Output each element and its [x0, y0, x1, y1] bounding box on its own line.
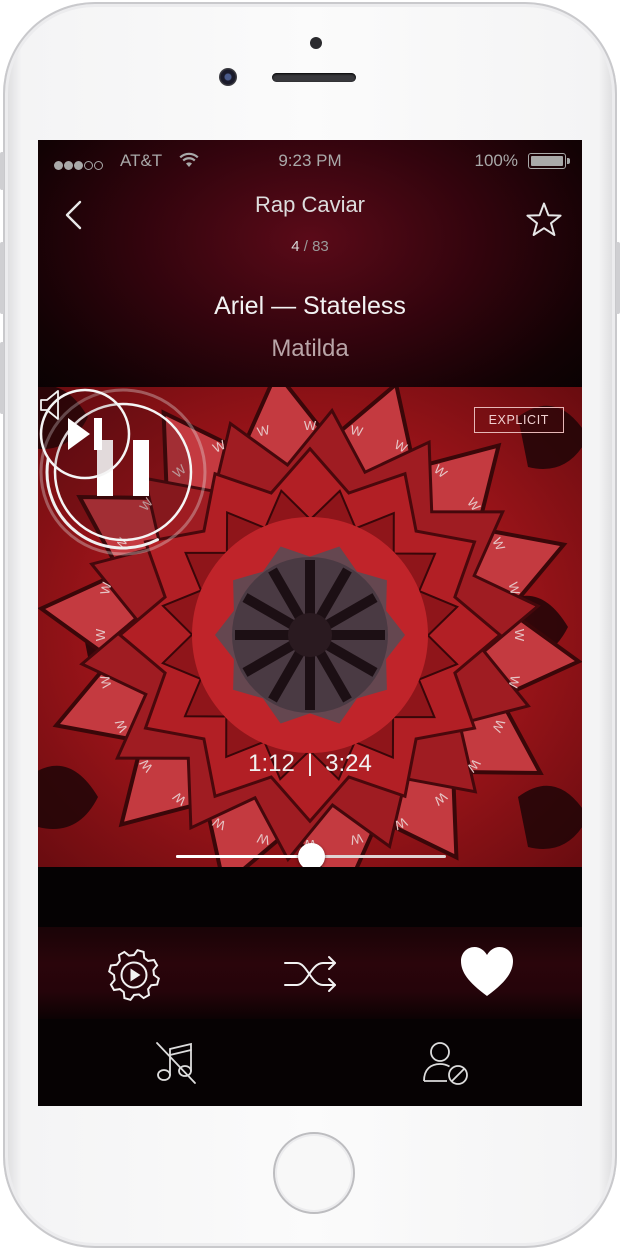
- svg-text:W: W: [93, 628, 108, 641]
- music-note-slash-icon: [156, 1042, 196, 1084]
- shuffle-button[interactable]: [281, 949, 341, 999]
- user-block-icon: [423, 1042, 468, 1085]
- volume-slider[interactable]: [176, 843, 446, 867]
- status-bar: AT&T 9:23 PM 100%: [38, 150, 582, 172]
- ban-artist-button[interactable]: [420, 1039, 472, 1089]
- heart-icon: [461, 947, 513, 996]
- shuffle-icon: [284, 956, 336, 992]
- svg-text:W: W: [304, 418, 317, 433]
- track-title: Ariel — Stateless: [214, 292, 406, 320]
- album-name: Matilda: [271, 335, 349, 362]
- like-button[interactable]: [458, 944, 516, 1002]
- bottom-action-bar: [38, 1019, 582, 1106]
- svg-text:W: W: [512, 629, 527, 642]
- proximity-sensor: [310, 37, 322, 49]
- total-duration: 3:24: [325, 750, 372, 777]
- action-bar: [38, 927, 582, 1019]
- volume-up-button: [0, 242, 4, 314]
- album-artwork: WWWWWWWWWWWWWWWWWWWWWWWWWWWW EXPLICIT 1:…: [38, 387, 582, 867]
- front-camera: [219, 68, 237, 86]
- star-icon: [526, 202, 562, 236]
- ban-song-button[interactable]: [151, 1039, 199, 1087]
- playlist-title: Rap Caviar: [254, 192, 366, 217]
- speaker-icon: [40, 390, 59, 420]
- battery-icon: [528, 153, 570, 169]
- track-index: 4: [291, 238, 300, 255]
- mute-switch: [0, 152, 4, 190]
- elapsed-time: 1:12: [248, 750, 295, 777]
- gear-play-icon: [108, 949, 160, 1001]
- settings-button[interactable]: [106, 947, 162, 1003]
- battery-percent: 100%: [474, 151, 518, 170]
- spacer-band: [38, 867, 582, 927]
- time-separator: |: [306, 750, 314, 777]
- playback-time: 1:12 | 3:24: [38, 750, 582, 778]
- power-button: [616, 242, 620, 314]
- explicit-badge: EXPLICIT: [473, 407, 564, 433]
- counter-separator: /: [299, 238, 313, 255]
- volume-level: [176, 855, 311, 858]
- screen: AT&T 9:23 PM 100% Rap Caviar 4 / 83 Arie…: [38, 140, 582, 1106]
- home-button[interactable]: [273, 1132, 355, 1214]
- volume-slider-thumb[interactable]: [298, 843, 325, 867]
- earpiece-speaker: [272, 73, 356, 82]
- track-count: 83: [312, 238, 329, 255]
- track-counter: 4 / 83: [38, 238, 582, 255]
- favorite-playlist-button[interactable]: [524, 200, 564, 240]
- volume-down-button: [0, 342, 4, 414]
- volume-icon: [40, 390, 59, 420]
